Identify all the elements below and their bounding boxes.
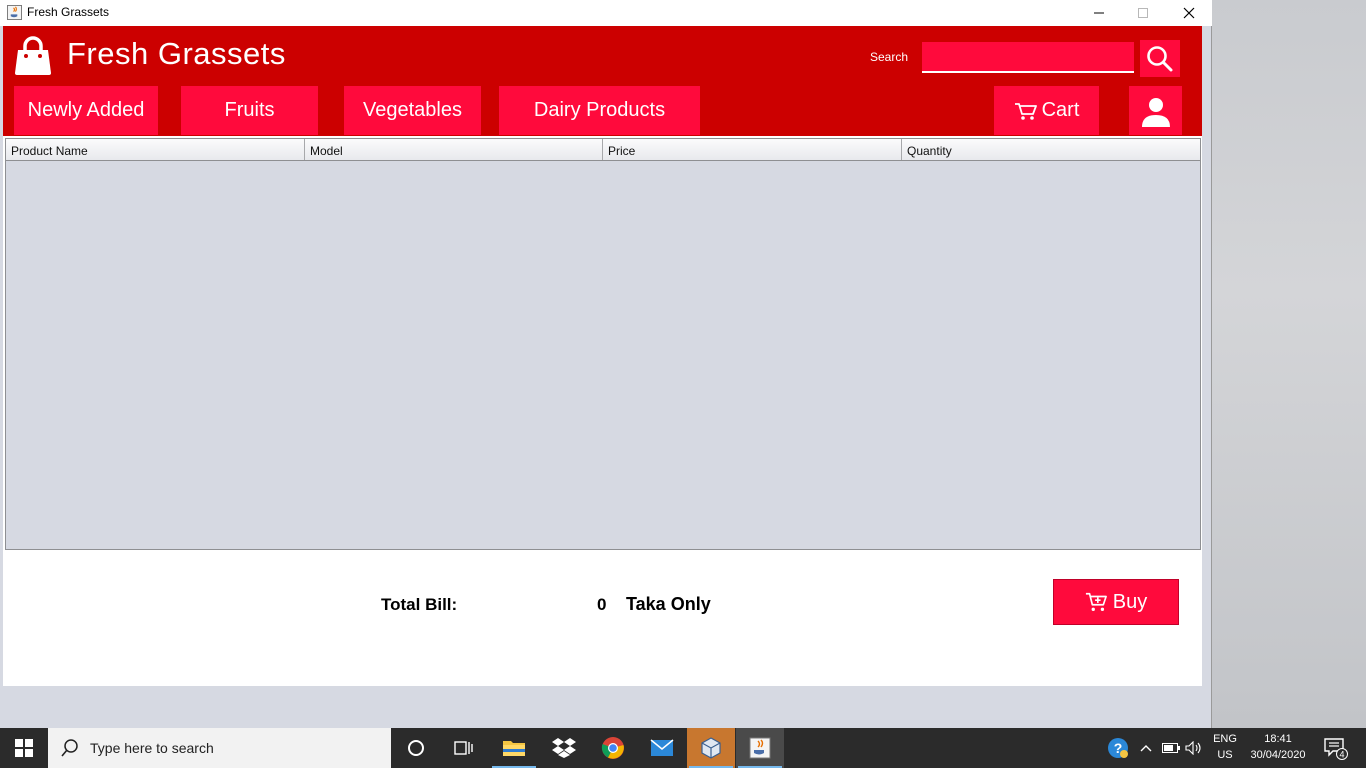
chrome-button[interactable] — [589, 728, 637, 768]
title-bar: Fresh Grassets — [0, 0, 1212, 26]
virtualbox-button[interactable] — [687, 728, 735, 768]
task-view-button[interactable] — [440, 728, 488, 768]
desktop-background — [1212, 0, 1366, 728]
brand-title: Fresh Grassets — [67, 36, 286, 71]
clock-time: 18:41 — [1264, 733, 1292, 745]
java-icon — [7, 5, 22, 20]
battery-button[interactable] — [1160, 728, 1182, 768]
close-icon — [1183, 7, 1195, 19]
window-title: Fresh Grassets — [27, 5, 110, 19]
column-header-model[interactable]: Model — [305, 139, 603, 160]
java-app-button[interactable] — [736, 728, 784, 768]
chrome-icon — [601, 737, 624, 759]
battery-icon — [1162, 743, 1180, 753]
show-hidden-icons-button[interactable] — [1136, 728, 1156, 768]
search-label: Search — [870, 50, 909, 64]
clock[interactable]: 18:41 30/04/2020 — [1240, 731, 1316, 763]
dropbox-button[interactable] — [540, 728, 588, 768]
taskbar: Type here to search ? ENG US 18:41 30/04… — [0, 728, 1366, 768]
header-bar: Fresh Grassets Search Newly Added Fruits… — [3, 26, 1202, 136]
dropbox-icon — [552, 738, 576, 758]
nav-dairy-products[interactable]: Dairy Products — [499, 86, 700, 135]
notification-count: 4 — [1339, 750, 1344, 760]
clock-date: 30/04/2020 — [1250, 749, 1306, 761]
nav-vegetables[interactable]: Vegetables — [344, 86, 481, 135]
nav-dairy-products-label: Dairy Products — [533, 99, 666, 121]
user-icon — [1141, 97, 1170, 127]
close-button[interactable] — [1166, 0, 1212, 26]
column-header-product-name[interactable]: Product Name — [6, 139, 305, 160]
search-button[interactable] — [1140, 40, 1180, 77]
search-icon — [1147, 45, 1173, 71]
maximize-button[interactable] — [1120, 0, 1166, 26]
app-content: Fresh Grassets Search Newly Added Fruits… — [3, 26, 1202, 686]
action-center-button[interactable]: 4 — [1318, 728, 1352, 768]
buy-label: Buy — [1112, 590, 1148, 613]
cortana-icon — [408, 740, 424, 756]
taskbar-search-placeholder: Type here to search — [90, 740, 214, 756]
start-button[interactable] — [0, 728, 48, 768]
total-bill-suffix: Taka Only — [626, 594, 711, 614]
cart-add-icon — [1085, 592, 1107, 611]
product-table[interactable]: Product Name Model Price Quantity — [5, 138, 1201, 550]
chevron-up-icon — [1140, 745, 1152, 752]
language-indicator[interactable]: ENG US — [1207, 731, 1243, 763]
cube-icon — [701, 737, 721, 759]
total-bill-label: Total Bill: — [381, 595, 458, 614]
search-icon — [61, 739, 78, 757]
shopping-bag-icon — [15, 36, 51, 75]
volume-button[interactable] — [1183, 728, 1205, 768]
cart-button[interactable]: Cart — [994, 86, 1099, 135]
mail-button[interactable] — [638, 728, 686, 768]
total-bill-value: 0 — [597, 595, 607, 614]
notification-icon: 4 — [1324, 738, 1348, 760]
table-header: Product Name Model Price Quantity — [6, 139, 1200, 161]
windows-logo-icon — [15, 739, 33, 757]
column-header-quantity[interactable]: Quantity — [902, 139, 1200, 160]
minimize-button[interactable] — [1076, 0, 1122, 26]
language-region: US — [1217, 749, 1233, 761]
nav-vegetables-label: Vegetables — [363, 99, 462, 121]
cart-icon — [1014, 102, 1037, 120]
help-icon: ? — [1108, 738, 1128, 758]
nav-fruits-label: Fruits — [224, 99, 275, 121]
java-icon — [749, 737, 771, 759]
file-explorer-button[interactable] — [490, 728, 538, 768]
speaker-icon — [1185, 741, 1201, 755]
minimize-icon — [1094, 12, 1104, 14]
nav-fruits[interactable]: Fruits — [181, 86, 318, 135]
column-header-price[interactable]: Price — [603, 139, 902, 160]
buy-button[interactable]: Buy — [1053, 579, 1179, 625]
mail-icon — [650, 739, 674, 756]
app-window: Fresh Grassets Fresh Grassets Search New… — [0, 0, 1212, 728]
language-code: ENG — [1213, 733, 1237, 745]
user-profile-button[interactable] — [1129, 86, 1182, 135]
folder-icon — [503, 741, 525, 756]
nav-newly-added[interactable]: Newly Added — [14, 86, 158, 135]
task-view-icon — [454, 741, 473, 755]
search-input[interactable] — [922, 42, 1134, 73]
nav-newly-added-label: Newly Added — [27, 99, 145, 121]
taskbar-search-box[interactable]: Type here to search — [48, 728, 391, 768]
maximize-icon — [1138, 8, 1148, 18]
cart-label: Cart — [1041, 99, 1080, 121]
help-tray-button[interactable]: ? — [1104, 728, 1132, 768]
cortana-button[interactable] — [392, 728, 440, 768]
